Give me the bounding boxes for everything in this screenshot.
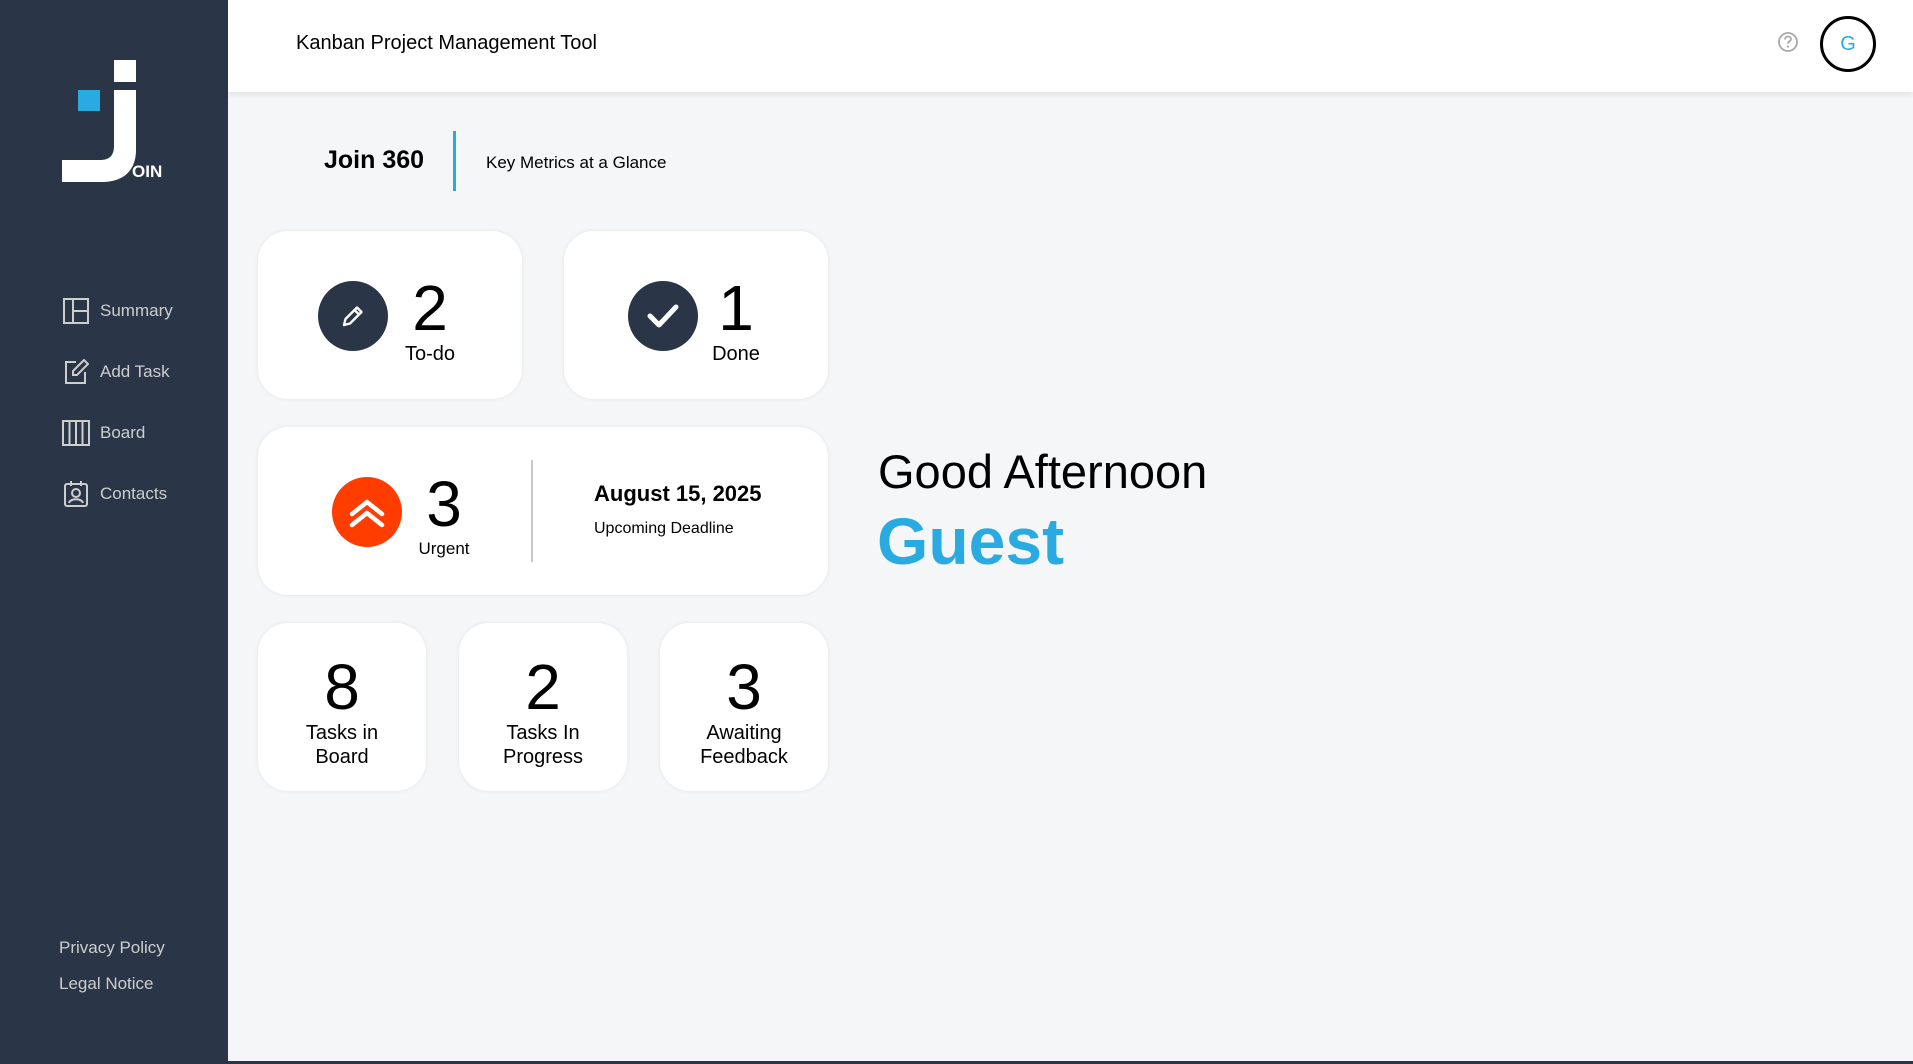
double-chevron-up-icon: [332, 477, 402, 547]
summary-icon: [62, 297, 90, 325]
sidebar-nav: Summary Add Task Board Contacts: [0, 280, 228, 524]
sidebar-item-label: Summary: [100, 300, 173, 320]
urgent-card[interactable]: 3 Urgent August 15, 2025 Upcoming Deadli…: [258, 427, 828, 595]
label-line: Tasks In: [506, 722, 580, 744]
header-title: Kanban Project Management Tool: [296, 32, 597, 54]
label-line: Awaiting: [706, 722, 782, 744]
awaiting-feedback-card[interactable]: 3 Awaiting Feedback: [660, 623, 828, 791]
tasks-in-board-count: 8: [324, 651, 360, 723]
urgent-label: Urgent: [418, 539, 470, 558]
greeting-text: Good Afternoon: [878, 445, 1208, 498]
deadline-label: Upcoming Deadline: [594, 520, 734, 537]
title-divider: [453, 131, 456, 191]
sidebar-item-label: Board: [100, 422, 146, 442]
contacts-icon: [62, 480, 90, 508]
top-header: Kanban Project Management Tool G: [228, 0, 1913, 92]
urgent-divider: [531, 460, 533, 562]
label-line: Board: [315, 746, 369, 768]
sidebar-item-label: Add Task: [100, 361, 170, 381]
done-label: Done: [712, 343, 760, 365]
page-title: Join 360: [324, 146, 425, 174]
label-line: Tasks in: [305, 722, 379, 744]
privacy-policy-link[interactable]: Privacy Policy: [59, 938, 165, 958]
awaiting-feedback-count: 3: [726, 651, 762, 723]
greeting-name: Guest: [877, 504, 1065, 578]
sidebar-item-add-task[interactable]: Add Task: [0, 341, 228, 402]
sidebar-item-contacts[interactable]: Contacts: [0, 463, 228, 524]
sidebar-item-label: Contacts: [100, 483, 168, 503]
legal-links: Privacy Policy Legal Notice: [59, 938, 165, 1010]
sidebar: OIN Summary Add Task Board Contacts Priv…: [0, 0, 228, 1064]
tasks-in-progress-count: 2: [525, 651, 561, 723]
todo-count: 2: [412, 272, 448, 344]
tasks-in-progress-card[interactable]: 2 Tasks In Progress: [459, 623, 627, 791]
sidebar-item-summary[interactable]: Summary: [0, 280, 228, 341]
tasks-in-board-label: Tasks in Board: [258, 721, 426, 769]
todo-label: To-do: [404, 343, 456, 365]
add-task-icon: [62, 358, 90, 386]
join-logo[interactable]: OIN: [62, 58, 172, 188]
done-count: 1: [718, 272, 754, 344]
label-line: Progress: [502, 746, 584, 768]
tasks-in-board-card[interactable]: 8 Tasks in Board: [258, 623, 426, 791]
urgent-count: 3: [426, 468, 462, 540]
done-card[interactable]: 1 Done: [564, 231, 828, 399]
board-icon: [62, 419, 90, 447]
tasks-in-progress-label: Tasks In Progress: [459, 721, 627, 769]
sidebar-item-board[interactable]: Board: [0, 402, 228, 463]
awaiting-feedback-label: Awaiting Feedback: [660, 721, 828, 769]
help-icon[interactable]: [1777, 31, 1799, 53]
user-avatar[interactable]: G: [1820, 16, 1876, 72]
check-icon: [628, 281, 698, 351]
legal-notice-link[interactable]: Legal Notice: [59, 974, 165, 994]
deadline-date: August 15, 2025: [594, 481, 762, 506]
logo-text: OIN: [132, 162, 163, 181]
page-subtitle: Key Metrics at a Glance: [486, 153, 667, 172]
todo-card[interactable]: 2 To-do: [258, 231, 522, 399]
pencil-icon: [318, 281, 388, 351]
label-line: Feedback: [700, 746, 788, 768]
